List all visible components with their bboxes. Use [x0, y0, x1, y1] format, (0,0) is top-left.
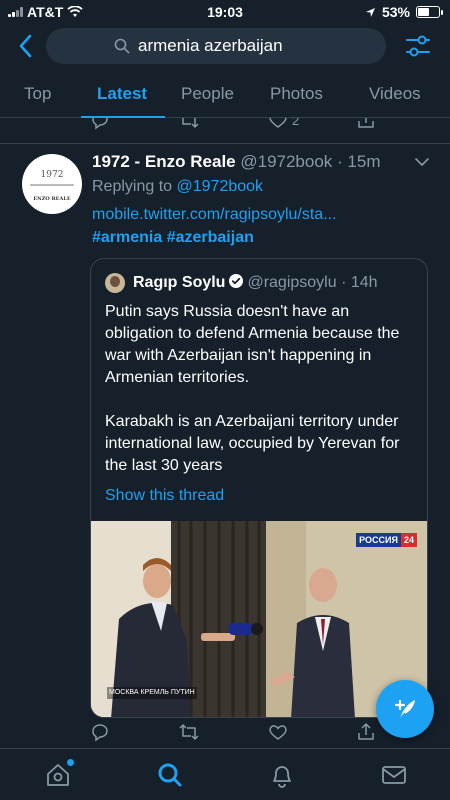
notification-dot [67, 759, 74, 766]
replying-prefix: Replying to [92, 178, 173, 195]
share-icon [358, 723, 374, 740]
retweet-button[interactable] [178, 118, 200, 130]
share-icon [358, 118, 374, 128]
quote-author-handle: @ragipsoylu [247, 274, 337, 291]
nav-messages[interactable] [380, 761, 408, 789]
tab-videos[interactable]: Videos [369, 84, 421, 104]
search-icon [158, 763, 182, 787]
show-thread-link[interactable]: Show this thread [105, 487, 224, 505]
quote-paragraph-1: Putin says Russia doesn't have an obliga… [105, 303, 400, 386]
retweet-icon [182, 118, 199, 128]
quote-header: Ragıp Soylu @ragipsoylu · 14h [133, 273, 378, 292]
quote-time: 14h [350, 274, 378, 291]
chevron-down-icon[interactable] [414, 156, 430, 168]
avatar[interactable]: 1972 ENZO REALE [22, 154, 82, 214]
search-icon [114, 38, 130, 54]
tab-latest[interactable]: Latest [97, 84, 147, 104]
chevron-left-icon[interactable] [14, 32, 38, 60]
like-button[interactable]: 2 [268, 118, 299, 130]
quote-paragraph-2: Karabakh is an Azerbaijani territory und… [105, 413, 400, 474]
heart-icon [269, 725, 287, 740]
reply-icon [92, 118, 108, 130]
share-button[interactable] [356, 722, 376, 742]
battery-icon [416, 6, 443, 18]
avatar-divider [30, 184, 74, 186]
quote-video[interactable]: РОССИЯ 24 МОСКВА КРЕМЛЬ ПУТИН [91, 521, 427, 717]
verified-icon [229, 274, 244, 288]
quote-author-name: Ragıp Soylu [133, 274, 226, 291]
nav-notifications[interactable] [268, 761, 296, 789]
quote-avatar [105, 273, 125, 293]
heart-icon [269, 118, 287, 128]
author-handle: @1972book [240, 152, 333, 171]
bottom-navigation [0, 748, 450, 800]
share-button[interactable] [356, 118, 376, 130]
replying-to: Replying to @1972book [92, 178, 263, 196]
retweet-button[interactable] [178, 722, 200, 742]
search-query: armenia azerbaijan [138, 36, 283, 55]
replying-handle[interactable]: @1972book [177, 178, 264, 195]
like-button[interactable] [268, 722, 288, 742]
search-tabs: Top Latest People Photos Videos [0, 76, 450, 118]
avatar-number: 1972 [40, 170, 64, 180]
channel-badge-name: РОССИЯ [356, 533, 401, 547]
separator-dot: · [336, 274, 351, 291]
tweet[interactable]: 1972 ENZO REALE 1972 - Enzo Reale @1972b… [0, 144, 450, 750]
author-name[interactable]: 1972 - Enzo Reale [92, 152, 236, 171]
location-icon [365, 7, 375, 17]
reply-button[interactable] [90, 118, 110, 130]
search-header: armenia azerbaijan [0, 26, 450, 66]
tab-photos[interactable]: Photos [270, 84, 323, 104]
battery-percent: 53% [381, 4, 410, 20]
tweet-link[interactable]: mobile.twitter.com/ragipsoylu/sta... [92, 206, 337, 224]
previous-tweet-actions: 2 [0, 118, 450, 144]
channel-badge: РОССИЯ 24 [356, 533, 417, 547]
tweet-time: 15m [347, 152, 381, 171]
quote-body: Putin says Russia doesn't have an obliga… [105, 301, 421, 499]
mail-icon [382, 766, 406, 784]
nav-home[interactable] [44, 759, 74, 789]
location-caption: МОСКВА КРЕМЛЬ ПУТИН [107, 687, 197, 699]
compose-button[interactable] [376, 680, 434, 738]
separator-dot: · [332, 152, 348, 171]
nav-explore[interactable] [156, 761, 184, 789]
channel-badge-number: 24 [400, 533, 417, 547]
retweet-icon [179, 724, 199, 740]
avatar-name: ENZO REALE [33, 196, 71, 202]
search-input[interactable]: armenia azerbaijan [46, 28, 386, 64]
bell-icon [273, 766, 291, 788]
compose-icon [394, 699, 415, 720]
like-count: 2 [292, 118, 300, 128]
quoted-tweet[interactable]: Ragıp Soylu @ragipsoylu · 14h Putin says… [90, 258, 428, 718]
reply-icon [92, 724, 108, 742]
sliders-icon[interactable] [404, 32, 432, 60]
tab-people[interactable]: People [181, 84, 234, 104]
status-bar: AT&T 19:03 53% [0, 0, 450, 24]
tweet-header: 1972 - Enzo Reale @1972book · 15m [92, 152, 381, 172]
status-right: 53% [365, 4, 443, 20]
tweet-hashtags[interactable]: #armenia #azerbaijan [92, 229, 254, 247]
tab-top[interactable]: Top [24, 84, 51, 104]
reply-button[interactable] [90, 722, 110, 742]
